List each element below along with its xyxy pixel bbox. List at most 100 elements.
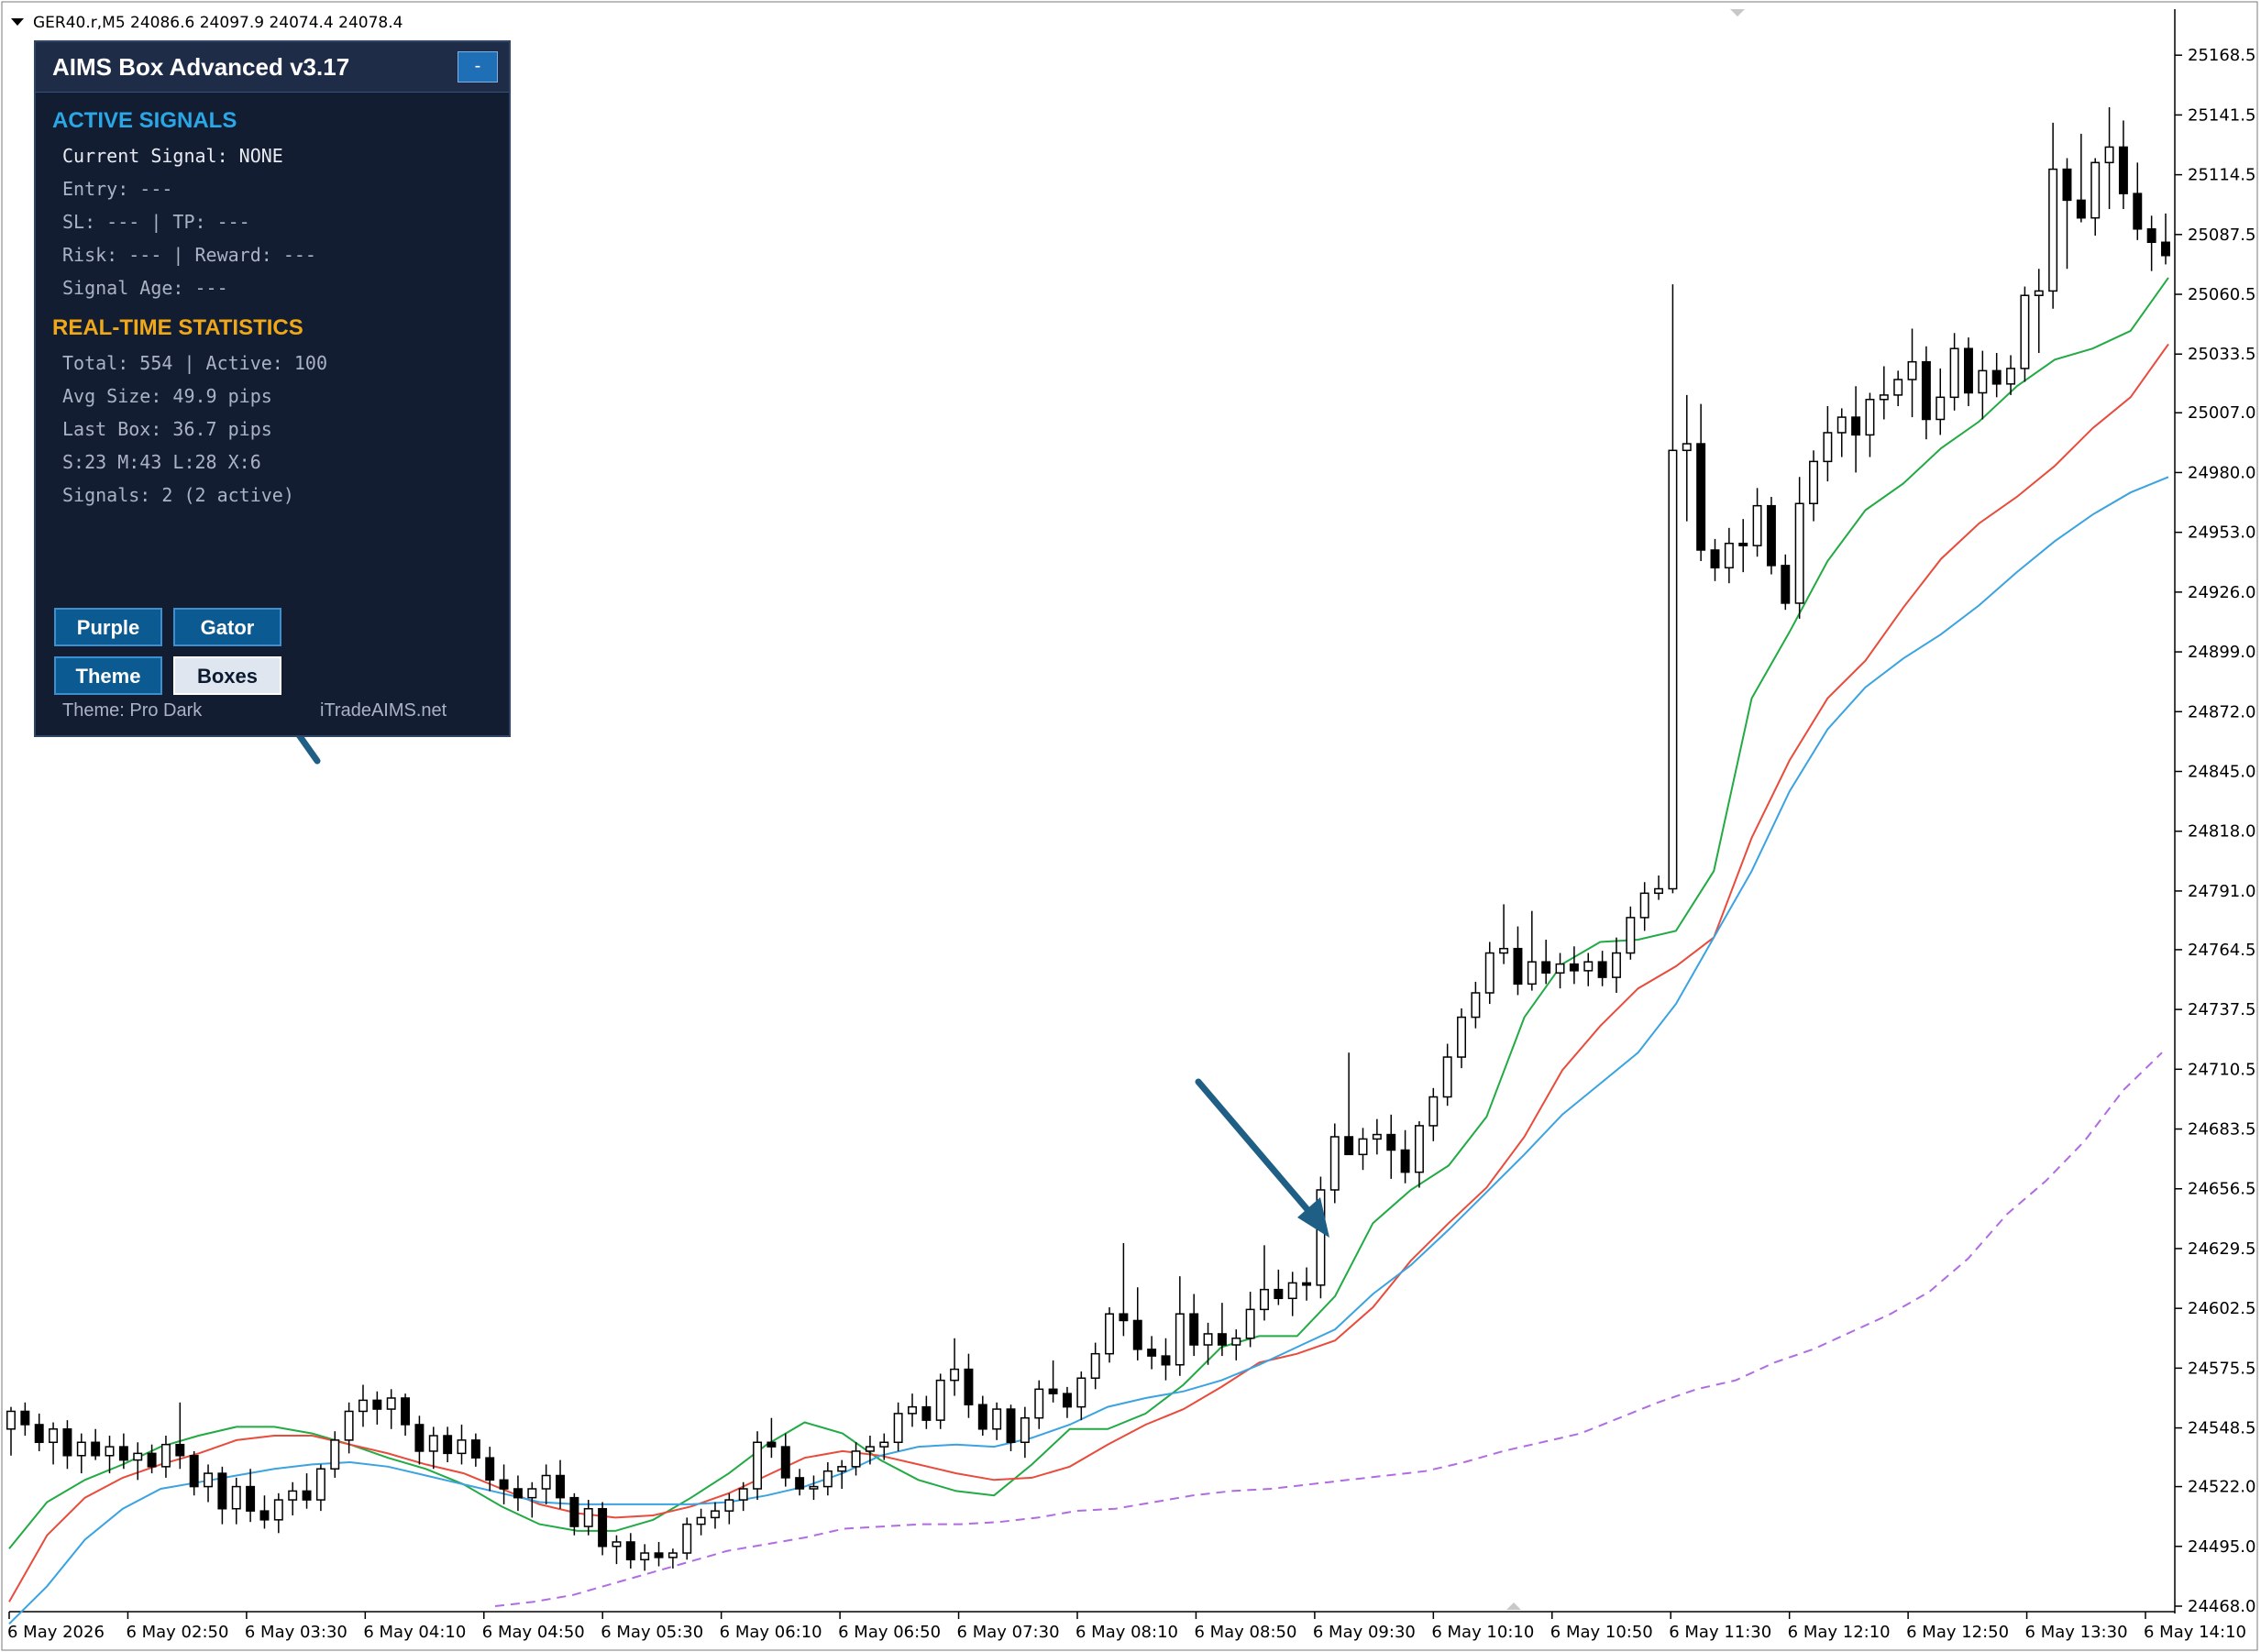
candle-body (1836, 416, 1847, 434)
y-tick-label: 24629.5 (2188, 1239, 2255, 1259)
candle-body (527, 1488, 537, 1499)
candle-body (767, 1441, 777, 1448)
theme-button[interactable]: Theme (54, 656, 162, 695)
candle-body (724, 1499, 734, 1512)
candle-body (386, 1397, 396, 1410)
gator-button[interactable]: Gator (173, 608, 281, 646)
candle-body (2006, 368, 2016, 385)
candle-body (118, 1446, 128, 1461)
last-box-text: Last Box: 36.7 pips (62, 418, 272, 440)
candle-body (1428, 1096, 1439, 1127)
y-tick-label: 24899.0 (2188, 643, 2255, 662)
candle-body (49, 1428, 59, 1444)
candle-body (2146, 228, 2156, 244)
candle-body (1936, 396, 1946, 421)
candle-body (1442, 1056, 1452, 1098)
candle-body (2090, 161, 2101, 219)
candle-body (1978, 369, 1988, 394)
candle (2020, 286, 2030, 382)
candle-body (315, 1468, 325, 1501)
candle-body (259, 1510, 270, 1521)
candle-body (1274, 1288, 1284, 1300)
boxes-button[interactable]: Boxes (173, 656, 281, 695)
box-size-counts-text: S:23 M:43 L:28 X:6 (62, 451, 261, 473)
candle-body (1513, 947, 1523, 986)
candle-body (414, 1424, 425, 1452)
candle-body (1400, 1149, 1410, 1173)
candle-body (1414, 1125, 1424, 1173)
chart-symbol-header: GER40.r,M5 24086.6 24097.9 24074.4 24078… (33, 14, 403, 32)
theme-name-label: Theme: Pro Dark (62, 700, 203, 721)
candle-body (1132, 1319, 1142, 1350)
y-tick-label: 24926.0 (2188, 583, 2255, 602)
candle-body (1893, 379, 1903, 396)
candle-body (2076, 199, 2086, 219)
y-tick-label: 25087.5 (2188, 226, 2255, 245)
candle-body (1809, 460, 1818, 505)
candle-body (809, 1485, 819, 1490)
candle-body (175, 1443, 185, 1457)
candle-body (640, 1552, 650, 1561)
purple-button[interactable]: Purple (54, 608, 162, 646)
candle-body (189, 1455, 199, 1488)
candle-body (1541, 961, 1551, 975)
candle-body (1105, 1313, 1115, 1355)
signals-count-text: Signals: 2 (2 active) (62, 484, 294, 506)
candle-body (1527, 961, 1537, 986)
x-tick-label: 6 May 02:50 (126, 1623, 228, 1642)
candle-body (921, 1405, 932, 1421)
x-tick-label: 6 May 07:30 (957, 1623, 1060, 1642)
candle-body (401, 1397, 411, 1426)
candle-body (246, 1485, 256, 1512)
candle-body (569, 1496, 579, 1527)
candle-body (1921, 360, 1931, 421)
candle-body (1639, 892, 1649, 919)
candle-body (795, 1477, 805, 1490)
candle-body (1583, 961, 1594, 972)
candle-body (1231, 1338, 1241, 1346)
candle-body (1484, 952, 1494, 994)
sl-tp-text: SL: --- | TP: --- (62, 211, 250, 233)
y-tick-label: 24845.0 (2188, 762, 2255, 781)
candle-body (1597, 961, 1607, 978)
x-tick-label: 6 May 2026 (7, 1623, 105, 1642)
candle-body (1457, 1016, 1466, 1058)
candle-body (217, 1472, 227, 1510)
candle-body (499, 1479, 509, 1490)
y-tick-label: 24575.5 (2188, 1359, 2255, 1378)
candle-body (1372, 1133, 1382, 1140)
y-tick-label: 24737.5 (2188, 1000, 2255, 1019)
candle-body (2161, 241, 2170, 257)
candle-body (1287, 1282, 1297, 1300)
x-tick-label: 6 May 08:10 (1075, 1623, 1178, 1642)
candle-body (457, 1439, 467, 1455)
candle-body (1499, 947, 1509, 954)
candle-body (667, 1552, 678, 1558)
y-tick-label: 24548.5 (2188, 1419, 2255, 1438)
candle-body (1682, 443, 1692, 452)
x-tick-label: 6 May 03:30 (245, 1623, 347, 1642)
y-tick-label: 24710.5 (2188, 1060, 2255, 1079)
candle-body (1329, 1136, 1340, 1191)
minimize-button[interactable]: - (458, 51, 498, 83)
panel-title: AIMS Box Advanced v3.17 (52, 53, 350, 81)
candle-body (1006, 1408, 1016, 1444)
x-tick-label: 6 May 14:10 (2144, 1623, 2246, 1642)
candle-body (2048, 168, 2058, 292)
candle-body (865, 1446, 875, 1452)
candle (1105, 1306, 1115, 1363)
candle-body (1569, 963, 1579, 972)
candle-body (428, 1435, 438, 1452)
candle-body (1879, 394, 1889, 401)
candle-body (1034, 1388, 1044, 1419)
candle-body (1090, 1352, 1100, 1379)
y-tick-label: 24953.0 (2188, 523, 2255, 543)
candle-body (851, 1450, 861, 1468)
candle-body (1020, 1416, 1030, 1444)
candle (1316, 1176, 1326, 1299)
y-tick-label: 24656.5 (2188, 1180, 2255, 1199)
candle-body (1794, 502, 1804, 604)
candle-body (1781, 565, 1791, 604)
y-tick-label: 25033.5 (2188, 345, 2255, 364)
website-link[interactable]: iTradeAIMS.net (320, 700, 447, 721)
